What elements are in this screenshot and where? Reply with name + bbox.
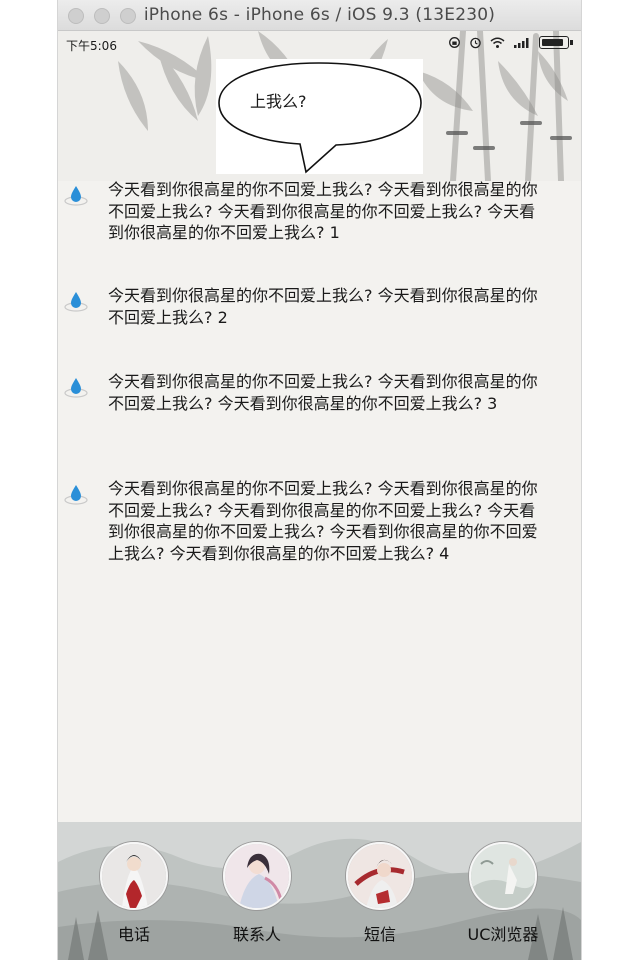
phone-app-icon[interactable] [100,842,168,910]
speech-bubble: 上我么? [216,59,423,174]
water-drop-icon [64,186,88,206]
dock-item-label: 电话 [117,925,150,944]
dock-item-uc-browser[interactable]: UC浏览器 [453,842,553,945]
status-icons [448,36,573,49]
simulator-window: iPhone 6s - iPhone 6s / iOS 9.3 (13E230) [58,0,581,960]
wifi-icon [490,37,505,48]
dock-item-label: 短信 [363,925,396,944]
water-drop-icon [64,378,88,398]
water-drop-icon [64,292,88,312]
messages-app-icon[interactable] [346,842,414,910]
phone-screen: 下午5:06 上我么? 今天看到你很高星的你不回爱上我么? 今天看到你很高星的你… [58,31,581,960]
close-window-button[interactable] [68,8,84,24]
dock-item-phone[interactable]: 电话 [84,842,184,945]
minimize-window-button[interactable] [94,8,110,24]
dock-item-messages[interactable]: 短信 [330,842,430,945]
message-text: 今天看到你很高星的你不回爱上我么? 今天看到你很高星的你不回爱上我么? 2 [108,286,538,327]
message-text: 今天看到你很高星的你不回爱上我么? 今天看到你很高星的你不回爱上我么? 今天看到… [108,372,538,413]
message-text: 今天看到你很高星的你不回爱上我么? 今天看到你很高星的你不回爱上我么? 今天看到… [108,479,538,563]
message-text: 今天看到你很高星的你不回爱上我么? 今天看到你很高星的你不回爱上我么? 今天看到… [108,180,538,242]
alarm-icon [470,37,481,49]
page: iPhone 6s - iPhone 6s / iOS 9.3 (13E230) [0,0,640,960]
status-time: 下午5:06 [66,39,117,53]
rotation-lock-icon [449,37,460,48]
uc-browser-app-icon[interactable] [469,842,537,910]
window-title: iPhone 6s - iPhone 6s / iOS 9.3 (13E230) [143,5,496,25]
contacts-app-icon[interactable] [223,842,291,910]
speech-bubble-shape [218,62,422,174]
zoom-window-button[interactable] [120,8,136,24]
water-drop-icon [64,485,88,505]
dock-item-contacts[interactable]: 联系人 [207,842,307,945]
window-titlebar[interactable]: iPhone 6s - iPhone 6s / iOS 9.3 (13E230) [58,0,581,31]
window-controls [68,8,136,24]
battery-icon [539,36,573,49]
dock-item-label: 联系人 [232,925,281,944]
dock-item-label: UC浏览器 [467,925,539,944]
app-dock: 电话 联系人 短信 UC浏览器 [58,822,581,960]
signal-icon [514,38,529,48]
status-bar: 下午5:06 [58,31,581,55]
bubble-text: 上我么? [250,92,307,111]
